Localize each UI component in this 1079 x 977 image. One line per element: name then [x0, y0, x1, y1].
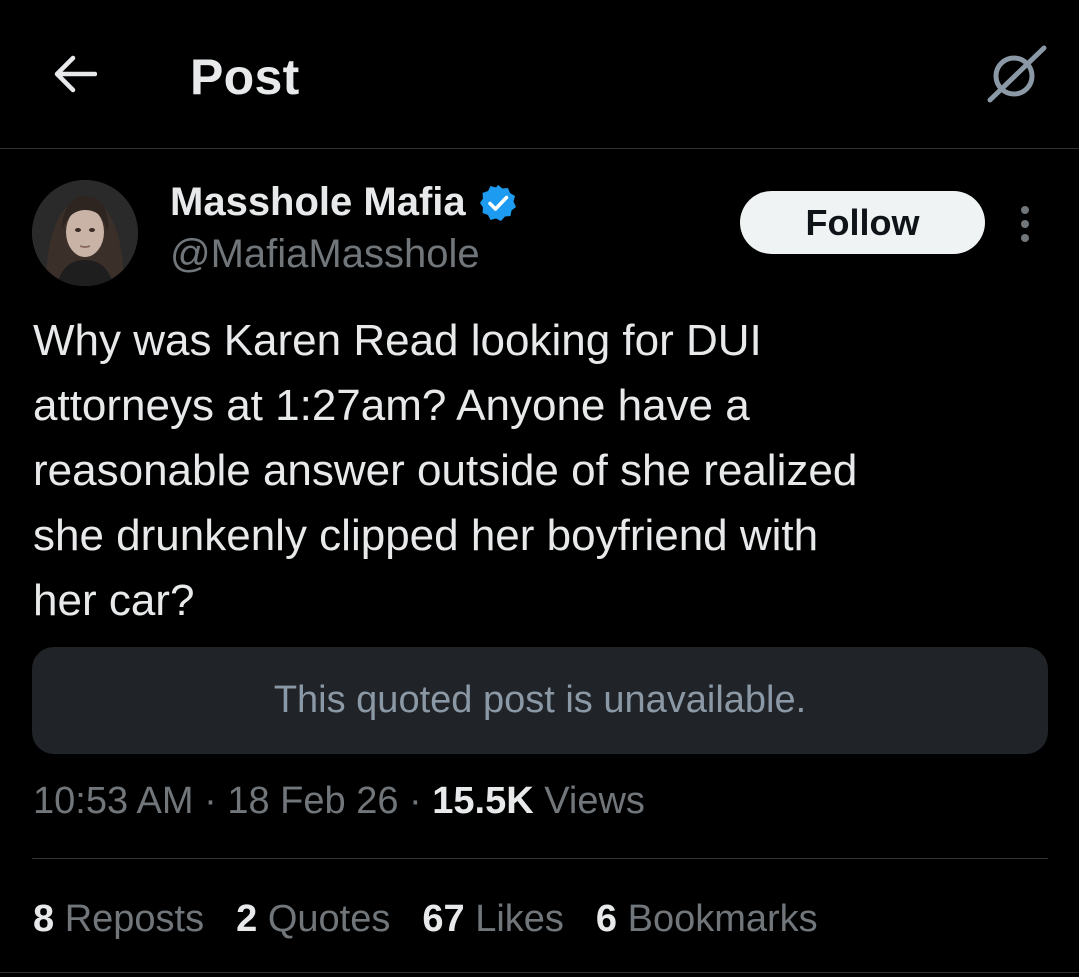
reposts-stat[interactable]: 8 Reposts — [33, 898, 204, 941]
bookmarks-stat[interactable]: 6 Bookmarks — [596, 898, 818, 941]
separator-dot: · — [204, 780, 228, 822]
page-title: Post — [190, 49, 300, 105]
quotes-label: Quotes — [267, 898, 391, 940]
top-bar: Post — [0, 0, 1079, 149]
grok-icon — [987, 45, 1047, 103]
likes-count: 67 — [422, 898, 465, 940]
post-time[interactable]: 10:53 AM — [33, 780, 194, 822]
avatar[interactable] — [32, 180, 138, 286]
reposts-label: Reposts — [64, 898, 205, 940]
quotes-stat[interactable]: 2 Quotes — [236, 898, 390, 941]
reposts-count: 8 — [33, 898, 55, 940]
quoted-post-message: This quoted post is unavailable. — [273, 679, 807, 721]
more-options-button[interactable] — [1005, 196, 1045, 252]
post-text: Why was Karen Read looking for DUI attor… — [33, 316, 858, 625]
author-name-text: Masshole Mafia — [170, 180, 466, 224]
likes-stat[interactable]: 67 Likes — [422, 898, 564, 941]
author-name[interactable]: Masshole Mafia — [170, 180, 518, 225]
profile-photo — [32, 180, 138, 286]
engagement-stats: 8 Reposts 2 Quotes 67 Likes 6 Bookmarks — [33, 898, 818, 941]
grok-button[interactable] — [980, 38, 1052, 110]
bookmarks-label: Bookmarks — [627, 898, 818, 940]
post-date[interactable]: 18 Feb 26 — [227, 780, 398, 822]
divider — [0, 972, 1079, 973]
arrow-left-icon — [54, 55, 97, 93]
views-count: 15.5K — [432, 780, 534, 822]
more-vertical-icon — [1021, 206, 1029, 242]
likes-label: Likes — [475, 898, 564, 940]
follow-button[interactable]: Follow — [740, 191, 985, 254]
author-handle[interactable]: @MafiaMasshole — [170, 232, 480, 277]
back-button[interactable] — [44, 44, 104, 104]
separator-dot: · — [409, 780, 433, 822]
verified-badge-icon — [479, 184, 516, 221]
bookmarks-count: 6 — [595, 898, 618, 940]
views-label: Views — [544, 780, 645, 822]
quotes-count: 2 — [236, 898, 258, 940]
divider — [32, 858, 1048, 859]
post-metadata: 10:53 AM · 18 Feb 26 · 15.5K Views — [33, 780, 645, 823]
quoted-post-unavailable: This quoted post is unavailable. — [32, 647, 1048, 754]
